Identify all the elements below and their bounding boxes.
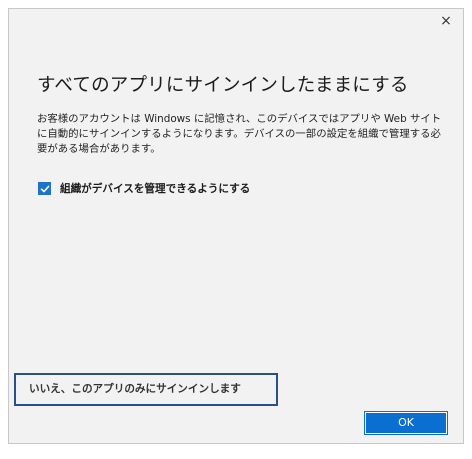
checkmark-icon	[40, 185, 49, 192]
title-bar: ×	[9, 9, 463, 37]
manage-device-option[interactable]: 組織がデバイスを管理できるようにする	[38, 181, 250, 196]
signin-this-app-only-link[interactable]: いいえ、このアプリのみにサインインします	[14, 373, 278, 406]
ok-button[interactable]: OK	[364, 411, 448, 435]
close-icon: ×	[440, 13, 452, 29]
manage-device-checkbox[interactable]	[38, 182, 51, 195]
signin-dialog: × すべてのアプリにサインインしたままにする お客様のアカウントは Window…	[8, 8, 464, 444]
manage-device-label: 組織がデバイスを管理できるようにする	[60, 183, 251, 195]
dialog-heading: すべてのアプリにサインインしたままにする	[37, 75, 409, 96]
close-button[interactable]: ×	[431, 9, 461, 33]
dialog-description: お客様のアカウントは Windows に記憶され、このデバイスではアプリや We…	[37, 113, 442, 155]
